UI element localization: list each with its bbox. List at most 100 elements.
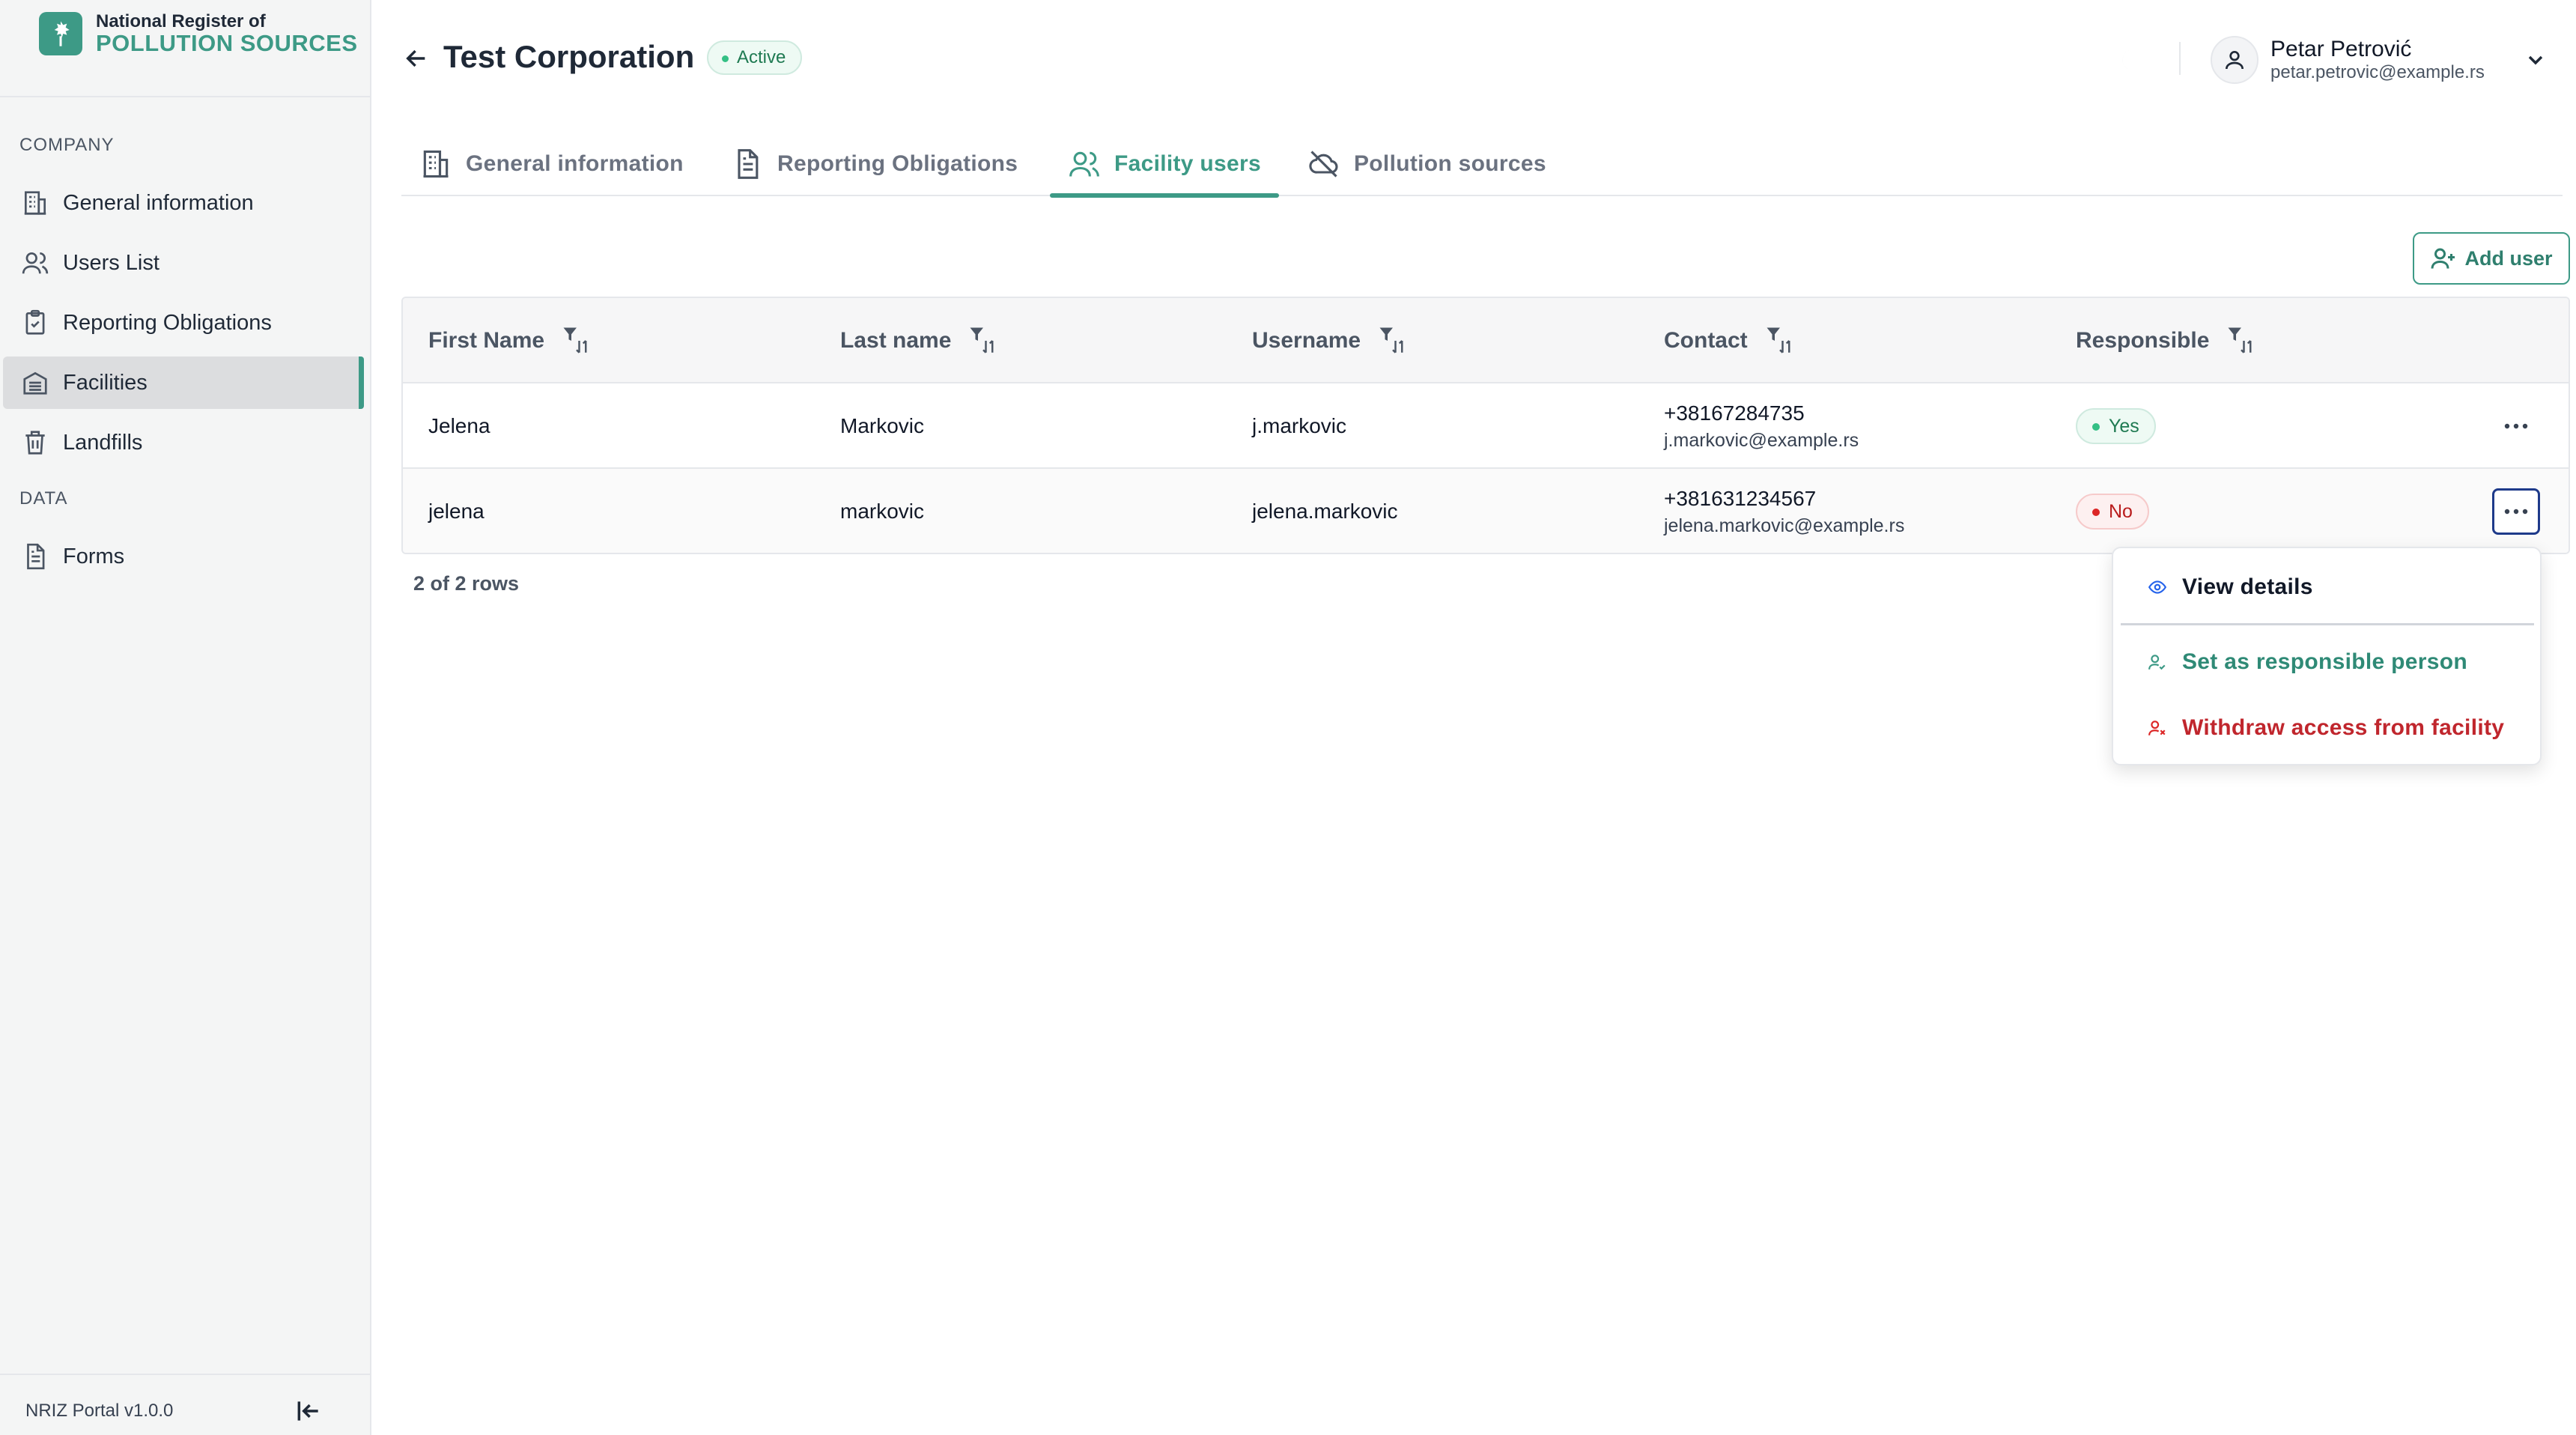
contact-phone: +38167284735 bbox=[1664, 401, 1805, 425]
filter-sort-control[interactable] bbox=[1377, 325, 1409, 357]
cell-contact: +381631234567 jelena.markovic@example.rs bbox=[1664, 469, 1905, 553]
filter-sort-control[interactable] bbox=[2226, 325, 2257, 357]
cell-responsible: No bbox=[2076, 469, 2149, 553]
cell-last-name: Markovic bbox=[840, 414, 925, 437]
sidebar-item-label: Facilities bbox=[63, 370, 148, 395]
add-user-button[interactable]: Add user bbox=[2413, 232, 2570, 285]
user-name: Petar Petrović bbox=[2270, 37, 2412, 61]
contact-email: jelena.markovic@example.rs bbox=[1664, 515, 1905, 536]
collapse-sidebar-button[interactable] bbox=[292, 1395, 325, 1428]
filter-sort-icon bbox=[1767, 327, 1790, 354]
tab-label: General information bbox=[466, 151, 684, 176]
cell-username: j.markovic bbox=[1252, 414, 1347, 437]
sidebar-item-label: General information bbox=[63, 190, 254, 215]
tab-general-information[interactable]: General information bbox=[401, 132, 702, 196]
user-menu[interactable]: Petar Petrović petar.petrovic@example.rs bbox=[2211, 33, 2548, 87]
document-icon bbox=[27, 543, 45, 570]
table-row[interactable]: jelena markovic jelena.markovic +3816312… bbox=[403, 469, 2569, 553]
sidebar-item-reporting-obligations[interactable]: Reporting Obligations bbox=[3, 297, 364, 349]
column-contact: Contact bbox=[1664, 298, 1796, 383]
cell-username: jelena.markovic bbox=[1252, 500, 1398, 523]
page-title: Test Corporation bbox=[443, 39, 695, 74]
back-button[interactable] bbox=[400, 42, 433, 75]
menu-item-set-responsible[interactable]: Set as responsible person bbox=[2121, 634, 2534, 691]
brand-line2: POLLUTION SOURCES bbox=[96, 30, 358, 56]
column-label: Username bbox=[1252, 328, 1361, 353]
row-actions-button[interactable] bbox=[2492, 488, 2540, 535]
cell-contact: +38167284735 j.markovic@example.rs bbox=[1664, 383, 1859, 469]
cell-last-name: markovic bbox=[840, 500, 925, 523]
filter-sort-control[interactable] bbox=[561, 325, 592, 357]
menu-item-label: View details bbox=[2182, 574, 2313, 599]
column-first-name: First Name bbox=[428, 298, 592, 383]
sidebar-item-forms[interactable]: Forms bbox=[3, 530, 364, 583]
sidebar-item-label: Forms bbox=[63, 544, 125, 568]
tab-pollution-sources[interactable]: Pollution sources bbox=[1289, 132, 1564, 196]
avatar bbox=[2211, 36, 2258, 84]
sidebar-item-label: Landfills bbox=[63, 430, 143, 455]
arrow-left-icon bbox=[406, 49, 425, 67]
oak-leaf-icon bbox=[39, 12, 82, 55]
building-icon bbox=[24, 191, 46, 215]
table-header: First Name Last name Username Contact Re… bbox=[403, 298, 2569, 383]
sidebar-divider bbox=[0, 96, 370, 97]
eye-icon bbox=[2148, 580, 2167, 594]
contact-email: j.markovic@example.rs bbox=[1664, 429, 1859, 451]
responsible-badge: Yes bbox=[2076, 408, 2156, 444]
responsible-badge: No bbox=[2076, 494, 2149, 530]
trash-icon bbox=[25, 431, 45, 455]
row-actions-menu: View details Set as responsible person W… bbox=[2112, 547, 2542, 765]
brand-logo[interactable]: National Register of POLLUTION SOURCES bbox=[39, 12, 358, 55]
column-label: Responsible bbox=[2076, 328, 2210, 353]
moon-icon bbox=[2122, 49, 2133, 71]
sidebar-item-general-information[interactable]: General information bbox=[3, 177, 364, 229]
sidebar-item-facilities[interactable]: Facilities bbox=[3, 357, 364, 409]
column-username: Username bbox=[1252, 298, 1409, 383]
tab-label: Reporting Obligations bbox=[777, 151, 1018, 176]
sidebar-item-users-list[interactable]: Users List bbox=[3, 237, 364, 289]
more-horizontal-icon bbox=[2504, 423, 2528, 429]
cell-first-name: jelena bbox=[428, 500, 484, 523]
row-actions-button[interactable] bbox=[2492, 403, 2540, 449]
filter-sort-control[interactable] bbox=[967, 325, 999, 357]
menu-divider bbox=[2121, 623, 2534, 625]
tab-label: Facility users bbox=[1114, 151, 1261, 176]
filter-sort-icon bbox=[1379, 327, 1403, 354]
cloud-off-icon bbox=[1309, 151, 1338, 178]
table-row[interactable]: Jelena Markovic j.markovic +38167284735 … bbox=[403, 383, 2569, 469]
more-horizontal-icon bbox=[2504, 509, 2528, 515]
rows-count: 2 of 2 rows bbox=[413, 572, 520, 595]
document-icon bbox=[738, 149, 759, 179]
user-check-icon bbox=[2148, 655, 2166, 670]
filter-sort-icon bbox=[970, 327, 994, 354]
filter-sort-control[interactable] bbox=[1764, 325, 1796, 357]
tab-bar: General information Reporting Obligation… bbox=[401, 132, 2563, 198]
menu-item-label: Withdraw access from facility bbox=[2182, 715, 2505, 740]
collapse-left-icon bbox=[297, 1401, 318, 1421]
menu-item-view-details[interactable]: View details bbox=[2121, 559, 2534, 616]
chevron-down-icon bbox=[2524, 48, 2548, 72]
menu-item-withdraw-access[interactable]: Withdraw access from facility bbox=[2121, 700, 2534, 756]
section-label-data: DATA bbox=[19, 488, 68, 509]
tab-facility-users[interactable]: Facility users bbox=[1050, 132, 1279, 198]
brand-line1: National Register of bbox=[96, 11, 266, 31]
header-divider bbox=[2179, 42, 2181, 75]
column-last-name: Last name bbox=[840, 298, 999, 383]
column-label: First Name bbox=[428, 328, 545, 353]
user-plus-icon bbox=[2431, 248, 2455, 269]
add-user-label: Add user bbox=[2464, 246, 2553, 270]
cell-first-name: Jelena bbox=[428, 414, 490, 437]
facility-users-table: First Name Last name Username Contact Re… bbox=[401, 297, 2570, 554]
app-version: NRIZ Portal v1.0.0 bbox=[25, 1401, 174, 1421]
user-remove-icon bbox=[2148, 720, 2166, 735]
sidebar-item-landfills[interactable]: Landfills bbox=[3, 416, 364, 469]
menu-item-label: Set as responsible person bbox=[2182, 649, 2467, 674]
users-icon bbox=[22, 252, 49, 274]
sidebar-item-label: Users List bbox=[63, 250, 160, 275]
theme-toggle-button[interactable] bbox=[2112, 42, 2148, 78]
cell-responsible: Yes bbox=[2076, 383, 2156, 469]
clipboard-check-icon bbox=[25, 309, 45, 335]
user-email: petar.petrovic@example.rs bbox=[2270, 62, 2485, 82]
tab-reporting-obligations[interactable]: Reporting Obligations bbox=[713, 132, 1036, 196]
column-label: Contact bbox=[1664, 328, 1748, 353]
